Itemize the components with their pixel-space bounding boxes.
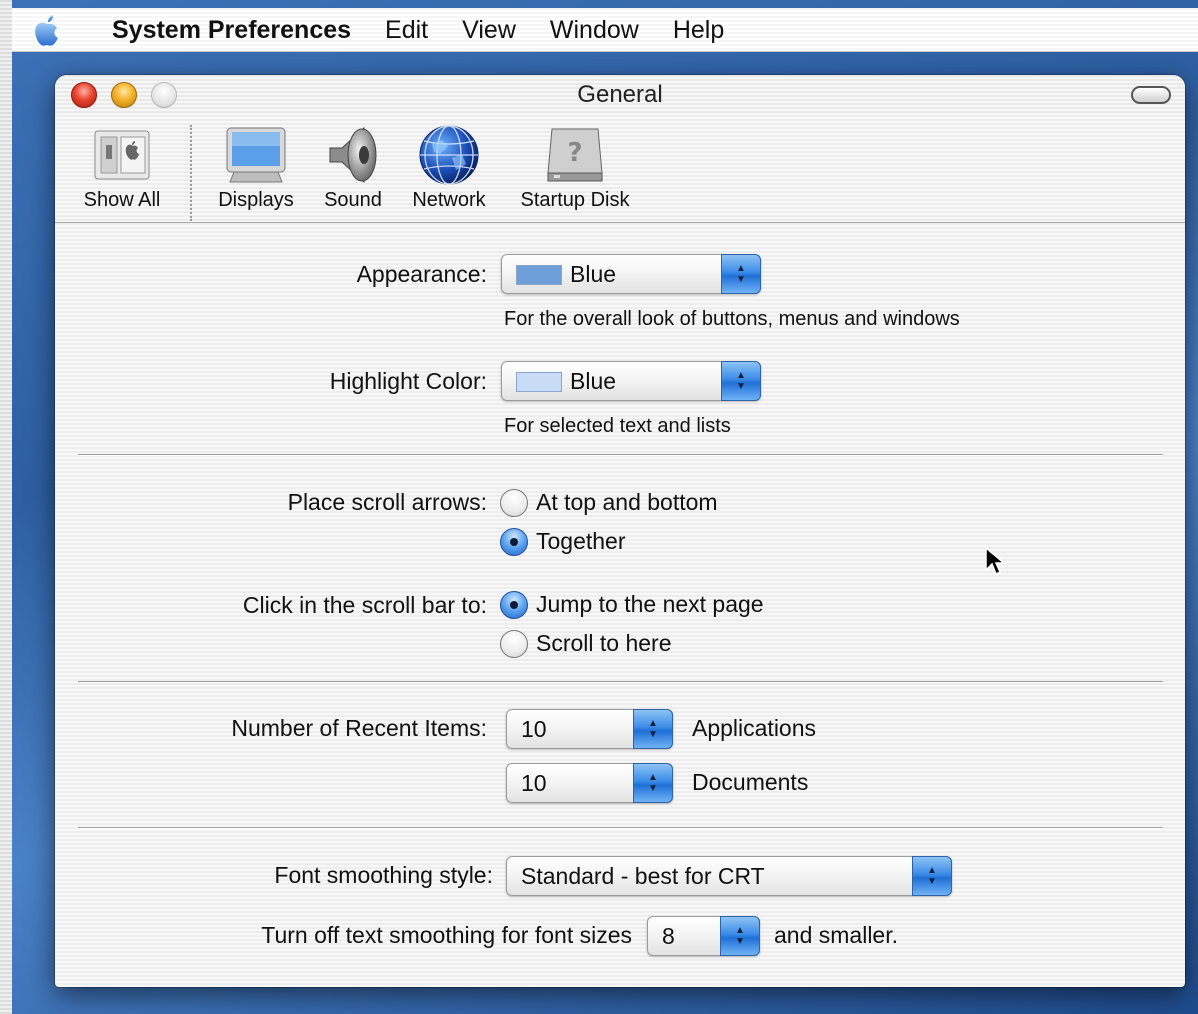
toolbar-separator xyxy=(190,125,192,221)
highlight-color-popup[interactable]: Blue ▲ ▼ xyxy=(501,361,761,401)
recent-items-label: Number of Recent Items: xyxy=(231,715,487,741)
popup-arrows-icon: ▲ ▼ xyxy=(720,916,760,956)
popup-arrows-icon: ▲ ▼ xyxy=(721,361,761,401)
toolbar: Show All Displays Sound Network ? Startu… xyxy=(55,115,1185,223)
scroll-click-label: Click in the scroll bar to: xyxy=(242,592,487,618)
title-bar[interactable]: General xyxy=(55,75,1185,115)
mouse-pointer-icon xyxy=(985,546,1006,576)
hard-disk-icon: ? xyxy=(547,128,603,182)
network-label: Network xyxy=(412,189,486,211)
displays-label: Displays xyxy=(218,189,294,211)
radio-top-bottom-label[interactable]: At top and bottom xyxy=(536,489,718,516)
popup-arrows-icon: ▲ ▼ xyxy=(633,763,673,803)
highlight-label: Highlight Color: xyxy=(329,368,487,394)
highlight-value: Blue xyxy=(570,368,617,394)
font-smoothing-popup[interactable]: Standard - best for CRT ▲ ▼ xyxy=(506,856,952,896)
section-divider xyxy=(78,681,1163,683)
desktop-edge xyxy=(0,0,12,1014)
general-pane: Appearance: Blue ▲ ▼ For the overall look… xyxy=(55,223,1185,987)
startup-disk-label: Startup Disk xyxy=(520,189,630,211)
scroll-arrows-label: Place scroll arrows: xyxy=(287,489,487,515)
radio-jump-next-page-label[interactable]: Jump to the next page xyxy=(536,591,764,618)
radio-jump-next-page[interactable] xyxy=(500,591,528,619)
text-smoothing-size-value: 8 xyxy=(662,923,675,949)
radio-top-bottom[interactable] xyxy=(500,489,528,517)
menu-bar: System Preferences Edit View Window Help xyxy=(12,8,1198,52)
appearance-help: For the overall look of buttons, menus a… xyxy=(504,308,960,330)
speaker-icon xyxy=(329,126,377,184)
menu-app-name[interactable]: System Preferences xyxy=(82,8,368,52)
radio-together[interactable] xyxy=(500,528,528,556)
show-all-label: Show All xyxy=(83,189,161,211)
recent-documents-popup[interactable]: 10 ▲ ▼ xyxy=(506,763,673,803)
text-smoothing-size-popup[interactable]: 8 ▲ ▼ xyxy=(647,916,760,956)
highlight-help: For selected text and lists xyxy=(504,415,731,437)
toolbar-show-all[interactable]: Show All xyxy=(69,123,175,212)
menu-help[interactable]: Help xyxy=(656,8,741,52)
apple-icon xyxy=(35,14,58,46)
font-smoothing-label: Font smoothing style: xyxy=(274,862,493,888)
documents-label: Documents xyxy=(692,769,809,795)
apple-menu[interactable] xyxy=(12,8,82,52)
recent-documents-value: 10 xyxy=(521,770,547,796)
toolbar-startup-disk[interactable]: ? Startup Disk xyxy=(509,123,641,212)
recent-applications-popup[interactable]: 10 ▲ ▼ xyxy=(506,709,673,749)
popup-arrows-icon: ▲ ▼ xyxy=(912,856,952,896)
popup-arrows-icon: ▲ ▼ xyxy=(633,709,673,749)
section-divider xyxy=(78,454,1163,456)
text-smoothing-suffix: and smaller. xyxy=(774,922,899,948)
text-smoothing-label: Turn off text smoothing for font sizes xyxy=(261,922,632,948)
preferences-window: General Show All Displays Sound Network … xyxy=(55,75,1185,987)
radio-scroll-to-here-label[interactable]: Scroll to here xyxy=(536,630,672,657)
appearance-label: Appearance: xyxy=(356,261,487,287)
window-title: General xyxy=(577,81,663,108)
applications-label: Applications xyxy=(692,715,817,741)
radio-scroll-to-here[interactable] xyxy=(500,630,528,658)
menu-window[interactable]: Window xyxy=(533,8,656,52)
menu-edit[interactable]: Edit xyxy=(368,8,445,52)
show-all-icon xyxy=(94,130,150,180)
appearance-swatch xyxy=(516,265,562,285)
toolbar-displays[interactable]: Displays xyxy=(210,123,302,212)
highlight-swatch xyxy=(516,372,562,392)
toolbar-sound[interactable]: Sound xyxy=(315,123,391,212)
recent-applications-value: 10 xyxy=(521,716,547,742)
radio-together-label[interactable]: Together xyxy=(536,528,626,555)
popup-arrows-icon: ▲ ▼ xyxy=(721,254,761,294)
section-divider xyxy=(78,827,1163,829)
sound-label: Sound xyxy=(324,189,382,211)
toolbar-network[interactable]: Network xyxy=(404,123,494,212)
svg-text:?: ? xyxy=(567,138,582,168)
appearance-popup[interactable]: Blue ▲ ▼ xyxy=(501,254,761,294)
font-smoothing-value: Standard - best for CRT xyxy=(521,863,765,889)
appearance-value: Blue xyxy=(570,261,617,287)
toolbar-toggle-button[interactable] xyxy=(1131,86,1171,104)
globe-icon xyxy=(419,125,479,185)
display-icon xyxy=(226,127,286,183)
menu-view[interactable]: View xyxy=(445,8,533,52)
